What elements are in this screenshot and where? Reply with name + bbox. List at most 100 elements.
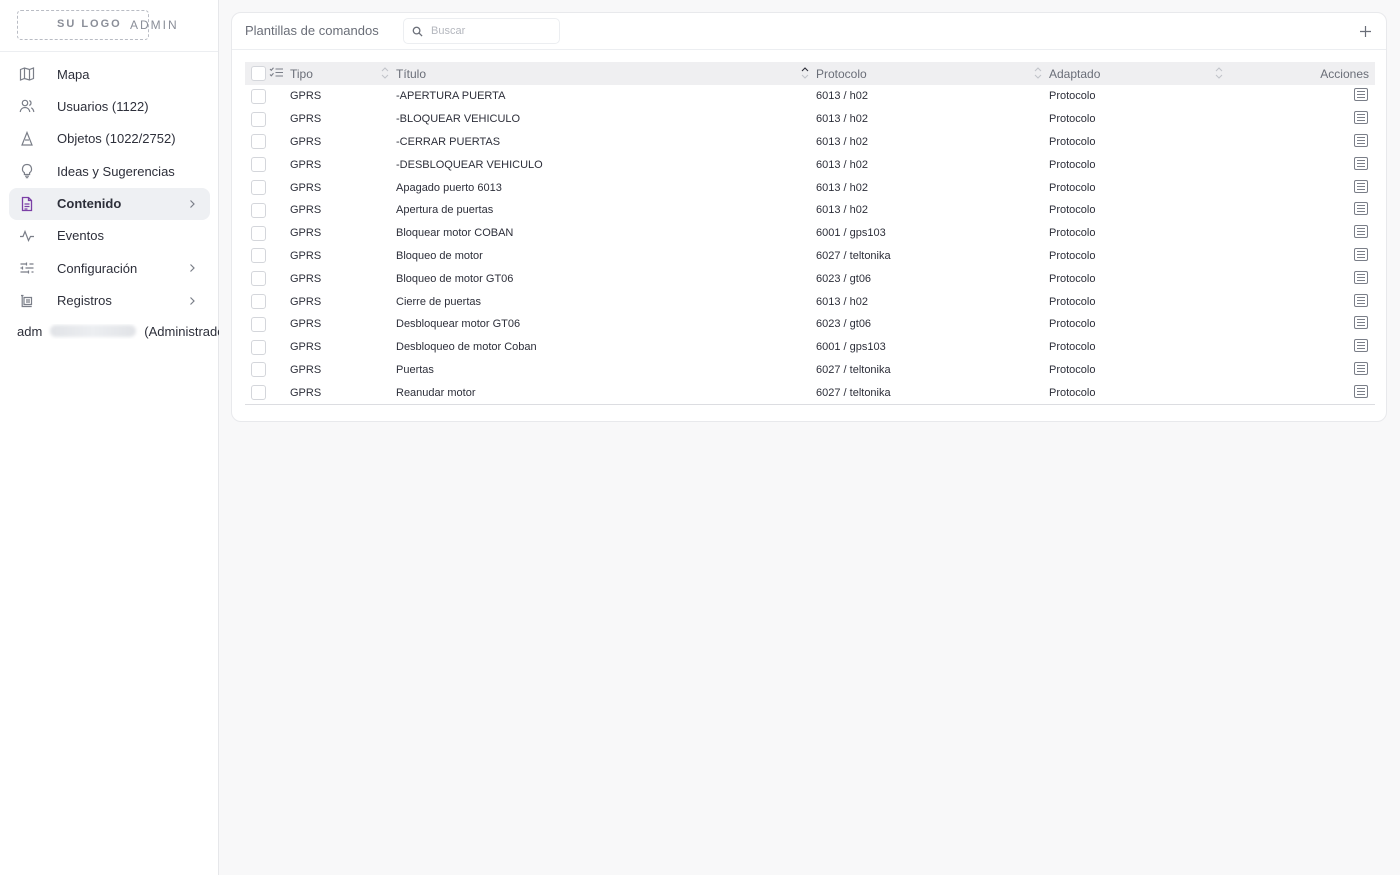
table-row[interactable]: GPRS -BLOQUEAR VEHICULO 6013 / h02 Proto… (245, 108, 1375, 131)
sidebar-item-contenido[interactable]: Contenido (9, 187, 210, 220)
current-user[interactable]: adm (Administrador) (17, 324, 219, 339)
sort-ascending-icon (801, 66, 809, 83)
cell-adaptado: Protocolo (1049, 318, 1096, 331)
table-row[interactable]: GPRS Bloqueo de motor 6027 / teltonika P… (245, 245, 1375, 268)
row-checkbox[interactable] (251, 88, 266, 104)
select-all-checkbox[interactable] (251, 66, 266, 82)
row-actions-icon[interactable] (1354, 270, 1368, 287)
row-actions-icon[interactable] (1354, 361, 1368, 378)
cell-tipo: GPRS (290, 381, 396, 405)
chevron-right-icon (186, 197, 198, 215)
row-checkbox[interactable] (251, 362, 266, 378)
cell-tipo: GPRS (290, 295, 322, 308)
sidebar-item-ideas[interactable]: Ideas y Sugerencias (9, 155, 210, 187)
sidebar-item-mapa[interactable]: Mapa (9, 58, 210, 90)
table-row[interactable]: GPRS -APERTURA PUERTA 6013 / h02 Protoco… (245, 85, 1375, 108)
row-checkbox[interactable] (251, 134, 266, 150)
header-tipo[interactable]: Tipo (290, 62, 396, 85)
row-checkbox[interactable] (251, 180, 266, 196)
table-row[interactable]: GPRS Reanudar motor 6027 / teltonika Pro… (245, 381, 1375, 405)
row-checkbox[interactable] (251, 294, 266, 310)
sidebar-item-usuarios[interactable]: Usuarios (1122) (9, 90, 210, 122)
cell-protocolo: 6013 / h02 (816, 181, 868, 194)
row-actions-icon[interactable] (1354, 202, 1368, 218)
table-row[interactable]: GPRS Desbloquear motor GT06 6023 / gt06 … (245, 313, 1375, 336)
row-checkbox[interactable] (251, 225, 266, 241)
plus-icon (1359, 25, 1371, 37)
chevron-right-icon (186, 294, 198, 312)
cell-titulo: -CERRAR PUERTAS (396, 135, 501, 148)
row-actions-icon[interactable] (1354, 384, 1368, 401)
sidebar-item-configuracion[interactable]: Configuración (9, 252, 210, 284)
row-checkbox[interactable] (251, 248, 266, 264)
cell-adaptado: Protocolo (1049, 204, 1096, 217)
table-row[interactable]: GPRS Apertura de puertas 6013 / h02 Prot… (245, 199, 1375, 222)
table-row[interactable]: GPRS Bloquear motor COBAN 6001 / gps103 … (245, 222, 1375, 245)
sliders-icon (18, 259, 36, 277)
row-checkbox[interactable] (251, 111, 266, 127)
header-protocolo[interactable]: Protocolo (816, 62, 1049, 85)
cell-titulo: Puertas (396, 363, 434, 376)
sidebar-item-label: Contenido (57, 196, 122, 212)
row-checkbox[interactable] (251, 202, 266, 218)
sidebar-item-eventos[interactable]: Eventos (9, 220, 210, 252)
search-box (403, 18, 560, 44)
sidebar-item-label: Ideas y Sugerencias (57, 163, 175, 179)
table-row[interactable]: GPRS -CERRAR PUERTAS 6013 / h02 Protocol… (245, 131, 1375, 154)
search-icon (412, 26, 423, 37)
row-actions-icon[interactable] (1354, 156, 1368, 173)
cell-protocolo: 6013 / h02 (816, 295, 868, 308)
sidebar-item-registros[interactable]: Registros (9, 285, 210, 317)
row-checkbox[interactable] (251, 339, 266, 355)
row-actions-icon[interactable] (1354, 339, 1368, 355)
cell-titulo: Bloqueo de motor (396, 249, 483, 262)
table-row[interactable]: GPRS Bloqueo de motor GT06 6023 / gt06 P… (245, 267, 1375, 290)
command-templates-table: Tipo Título Protocolo Adaptado Acciones … (245, 62, 1375, 405)
cell-adaptado: Protocolo (1049, 90, 1096, 103)
cell-protocolo: 6001 / gps103 (816, 227, 886, 240)
cell-tipo: GPRS (290, 90, 322, 103)
activity-icon (18, 227, 36, 245)
row-checkbox[interactable] (251, 385, 266, 400)
column-settings-icon[interactable] (269, 66, 284, 82)
cell-protocolo: 6013 / h02 (816, 90, 868, 103)
user-role: (Administrador) (144, 324, 219, 339)
user-prefix: adm (17, 324, 43, 339)
sidebar-item-objetos[interactable]: Objetos (1022/2752) (9, 123, 210, 155)
row-actions-icon[interactable] (1354, 111, 1368, 127)
document-icon (18, 195, 36, 213)
sidebar-item-label: Registros (57, 293, 112, 309)
table-row[interactable]: GPRS Apagado puerto 6013 6013 / h02 Prot… (245, 176, 1375, 199)
row-actions-icon[interactable] (1354, 133, 1368, 150)
row-checkbox[interactable] (251, 157, 266, 173)
sidebar-item-label: Mapa (57, 66, 90, 82)
row-actions-icon[interactable] (1354, 293, 1368, 310)
row-actions-icon[interactable] (1354, 316, 1368, 332)
cell-tipo: GPRS (290, 181, 322, 194)
header-titulo[interactable]: Título (396, 62, 816, 85)
sidebar-item-label: Usuarios (1122) (57, 98, 149, 114)
row-actions-icon[interactable] (1354, 179, 1368, 196)
cell-titulo: Cierre de puertas (396, 295, 481, 308)
table-row[interactable]: GPRS Cierre de puertas 6013 / h02 Protoc… (245, 290, 1375, 313)
table-row[interactable]: GPRS Puertas 6027 / teltonika Protocolo (245, 359, 1375, 382)
table-row[interactable]: GPRS Desbloqueo de motor Coban 6001 / gp… (245, 336, 1375, 359)
objects-icon (18, 130, 36, 148)
cell-protocolo: 6027 / teltonika (816, 381, 1049, 405)
add-template-button[interactable] (1356, 22, 1374, 40)
cell-protocolo: 6023 / gt06 (816, 318, 872, 331)
row-actions-icon[interactable] (1354, 247, 1368, 264)
header-acciones: Acciones (1320, 66, 1369, 81)
search-input[interactable] (431, 25, 541, 37)
cell-adaptado: Protocolo (1049, 272, 1096, 285)
row-checkbox[interactable] (251, 316, 266, 332)
row-checkbox[interactable] (251, 271, 266, 287)
cell-titulo: -DESBLOQUEAR VEHICULO (396, 158, 543, 171)
header-adaptado[interactable]: Adaptado (1049, 62, 1227, 85)
table-row[interactable]: GPRS -DESBLOQUEAR VEHICULO 6013 / h02 Pr… (245, 153, 1375, 176)
row-actions-icon[interactable] (1354, 88, 1368, 104)
page-title: Plantillas de comandos (245, 23, 379, 38)
table-body: GPRS -APERTURA PUERTA 6013 / h02 Protoco… (245, 85, 1375, 405)
registry-icon (18, 292, 36, 310)
row-actions-icon[interactable] (1354, 225, 1368, 241)
